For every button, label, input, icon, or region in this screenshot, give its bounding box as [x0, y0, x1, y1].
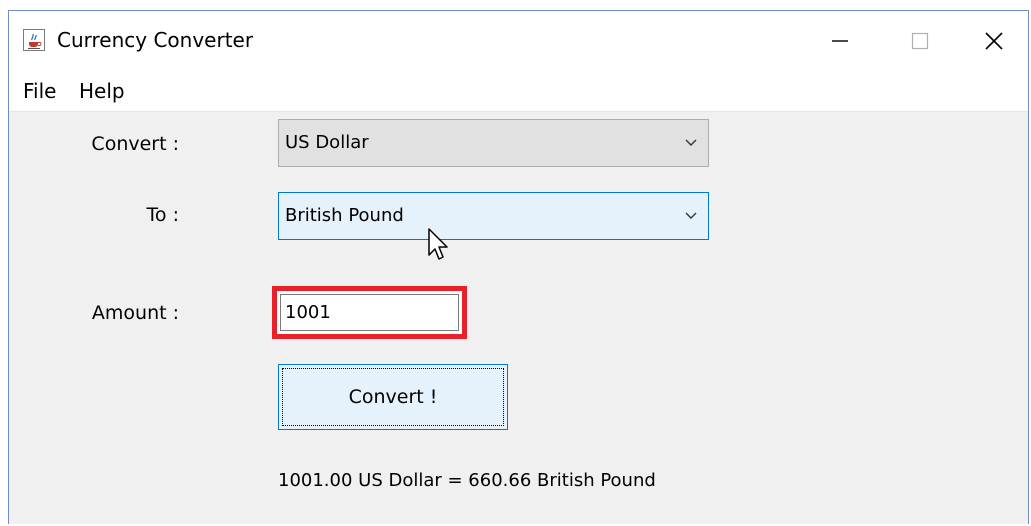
maximize-icon — [911, 32, 929, 50]
minimize-button[interactable] — [805, 11, 875, 71]
window-title: Currency Converter — [57, 28, 254, 52]
close-button[interactable] — [959, 11, 1028, 71]
amount-input[interactable] — [280, 294, 459, 331]
chevron-down-icon — [685, 212, 697, 219]
java-cup-icon — [23, 29, 45, 51]
conversion-result: 1001.00 US Dollar = 660.66 British Pound — [278, 470, 656, 491]
convert-button-label: Convert ! — [282, 368, 504, 426]
mouse-pointer-icon — [428, 228, 448, 260]
close-icon — [985, 32, 1003, 50]
menu-file[interactable]: File — [23, 79, 56, 103]
convert-label: Convert : — [91, 133, 179, 155]
title-bar: Currency Converter — [9, 11, 1028, 71]
convert-button[interactable]: Convert ! — [278, 364, 508, 430]
to-currency-select[interactable]: British Pound — [278, 192, 709, 240]
maximize-button[interactable] — [885, 11, 955, 71]
menu-help[interactable]: Help — [79, 79, 125, 103]
from-currency-select[interactable]: US Dollar — [278, 119, 709, 167]
amount-highlight-box — [272, 286, 467, 339]
from-currency-value: US Dollar — [285, 132, 369, 153]
to-label: To : — [146, 204, 179, 226]
to-currency-value: British Pound — [285, 205, 404, 226]
minimize-icon — [832, 40, 848, 42]
chevron-down-icon — [685, 139, 697, 146]
amount-label: Amount : — [91, 302, 179, 324]
menu-bar: File Help — [9, 71, 1028, 112]
app-window: Currency Converter File Help Convert : U… — [8, 10, 1029, 524]
